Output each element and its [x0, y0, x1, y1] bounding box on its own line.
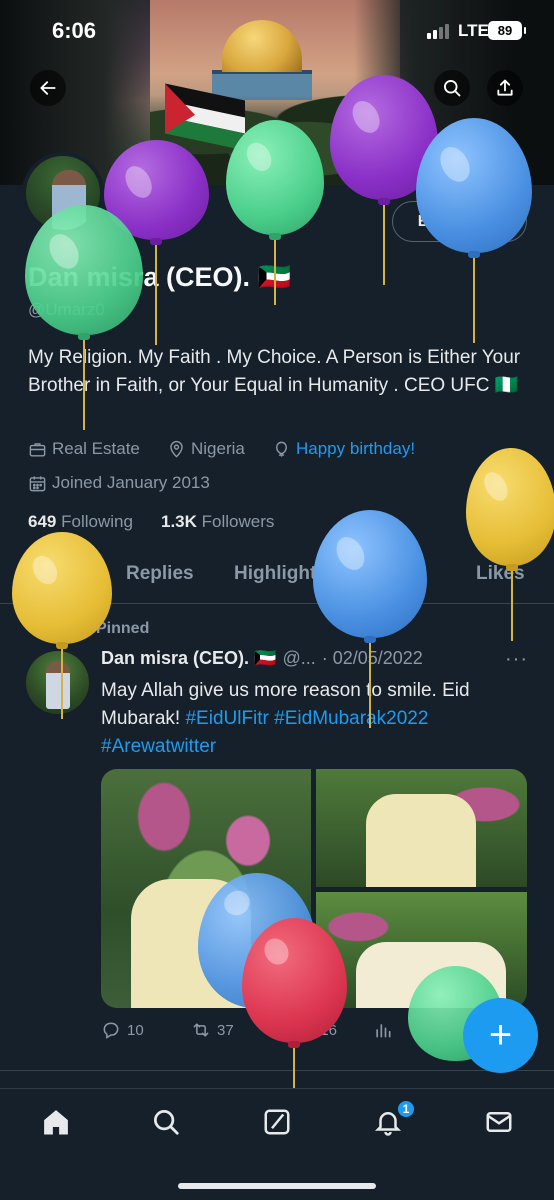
- calendar-icon: [29, 475, 46, 491]
- share-icon: [497, 79, 513, 96]
- tabs-divider: [0, 603, 554, 604]
- tab-media[interactable]: Media: [370, 563, 424, 585]
- status-time: 6:06: [52, 18, 97, 43]
- network-type: LTE: [458, 21, 489, 40]
- tweet-date: · 02/05/2022: [321, 648, 423, 668]
- grok-icon: [264, 1109, 290, 1135]
- more-options-icon[interactable]: ···: [505, 648, 528, 671]
- profile-avatar[interactable]: [22, 152, 104, 234]
- following-count: 649: [28, 512, 57, 531]
- following-link[interactable]: 649 Following: [28, 512, 133, 532]
- notification-badge: 1: [396, 1099, 416, 1119]
- heart-icon: [289, 1024, 303, 1038]
- tab-posts[interactable]: Posts: [27, 563, 79, 585]
- tweet-media-grid: [101, 769, 527, 1008]
- tweet-author-name[interactable]: Dan misra (CEO). 🇰🇼: [101, 648, 276, 669]
- avatar-person: [52, 170, 86, 230]
- tweet-actions: 10 37 216: [101, 1020, 521, 1044]
- compose-button[interactable]: +: [463, 998, 538, 1073]
- active-tab-indicator: [26, 598, 91, 602]
- retweet-button[interactable]: 37: [191, 1020, 234, 1040]
- following-label: Following: [61, 512, 133, 531]
- followers-label: Followers: [201, 512, 275, 531]
- tweet-photo[interactable]: [316, 769, 527, 887]
- like-button[interactable]: 216: [286, 1020, 337, 1040]
- profile-joined: Joined January 2013: [28, 473, 210, 493]
- avatar-person: [46, 661, 70, 709]
- back-button[interactable]: [30, 70, 66, 106]
- followers-count: 1.3K: [161, 512, 197, 531]
- search-icon: [154, 1110, 179, 1135]
- birthday-balloon: [25, 205, 143, 435]
- home-icon: [44, 1110, 68, 1135]
- profile-bio: My Religion. My Faith . My Choice. A Per…: [28, 347, 521, 396]
- views-button[interactable]: [373, 1020, 393, 1040]
- profile-tabs: Posts Replies Highlights Media Likes: [0, 555, 554, 603]
- hashtag-link[interactable]: #EidUlFitr: [185, 708, 268, 729]
- tweet-header: Dan misra (CEO). 🇰🇼 @... · 02/05/2022: [101, 648, 423, 669]
- profile-birthday[interactable]: Happy birthday!: [272, 439, 415, 459]
- pinned-indicator: Pinned: [72, 620, 149, 638]
- search-icon: [444, 80, 461, 97]
- location-pin-icon: [170, 440, 183, 458]
- pinned-label: Pinned: [96, 620, 150, 637]
- tweet-photo[interactable]: [316, 892, 527, 1008]
- tab-likes[interactable]: Likes: [476, 563, 525, 585]
- joined-label: Joined January 2013: [52, 473, 210, 492]
- tab-highlights[interactable]: Highlights: [234, 563, 327, 585]
- mail-icon: [486, 1112, 512, 1132]
- tweet-text: May Allah give us more reason to smile. …: [101, 677, 521, 761]
- profile-category: Real Estate: [28, 439, 140, 459]
- reply-button[interactable]: 10: [101, 1020, 144, 1040]
- tweet-author-avatar[interactable]: [26, 651, 89, 714]
- nav-messages[interactable]: [484, 1107, 514, 1137]
- birthday-balloon: [466, 448, 554, 643]
- location-label: Nigeria: [191, 439, 245, 458]
- status-bar: 6:06 LTE 89: [0, 0, 554, 60]
- home-indicator: [178, 1183, 376, 1189]
- hashtag-link[interactable]: #Arewatwitter: [101, 736, 216, 757]
- balloon-icon: [276, 441, 287, 457]
- search-button[interactable]: [434, 70, 470, 106]
- signal-icon: [427, 24, 449, 39]
- like-count: 216: [312, 1021, 338, 1039]
- plus-icon: +: [488, 1013, 513, 1057]
- share-button[interactable]: [487, 70, 523, 106]
- birthday-label[interactable]: Happy birthday!: [296, 439, 415, 459]
- arrow-left-icon: [40, 81, 56, 95]
- profile-handle: @Umarz0: [28, 300, 105, 319]
- retweet-icon: [193, 1023, 209, 1037]
- briefcase-icon: [29, 442, 46, 457]
- hashtag-link[interactable]: #EidMubarak2022: [274, 708, 428, 729]
- category-label: Real Estate: [52, 439, 140, 458]
- tweet-photo[interactable]: [101, 769, 311, 1008]
- retweet-count: 37: [217, 1021, 234, 1039]
- nav-grok[interactable]: [262, 1107, 292, 1137]
- pin-icon: [74, 623, 86, 637]
- edit-profile-button[interactable]: Edit profile: [392, 201, 527, 242]
- nav-home[interactable]: [41, 1107, 71, 1137]
- nav-search[interactable]: [151, 1107, 181, 1137]
- battery-icon: 89: [488, 21, 526, 40]
- profile-location: Nigeria: [167, 439, 245, 459]
- tweet-author-handle: @...: [282, 648, 316, 668]
- reply-count: 10: [127, 1021, 144, 1039]
- reply-icon: [103, 1022, 119, 1039]
- profile-name: Dan misra (CEO). 🇰🇼: [28, 262, 292, 292]
- tab-replies[interactable]: Replies: [126, 563, 194, 585]
- followers-link[interactable]: 1.3K Followers: [161, 512, 274, 532]
- bar-chart-icon: [376, 1024, 391, 1038]
